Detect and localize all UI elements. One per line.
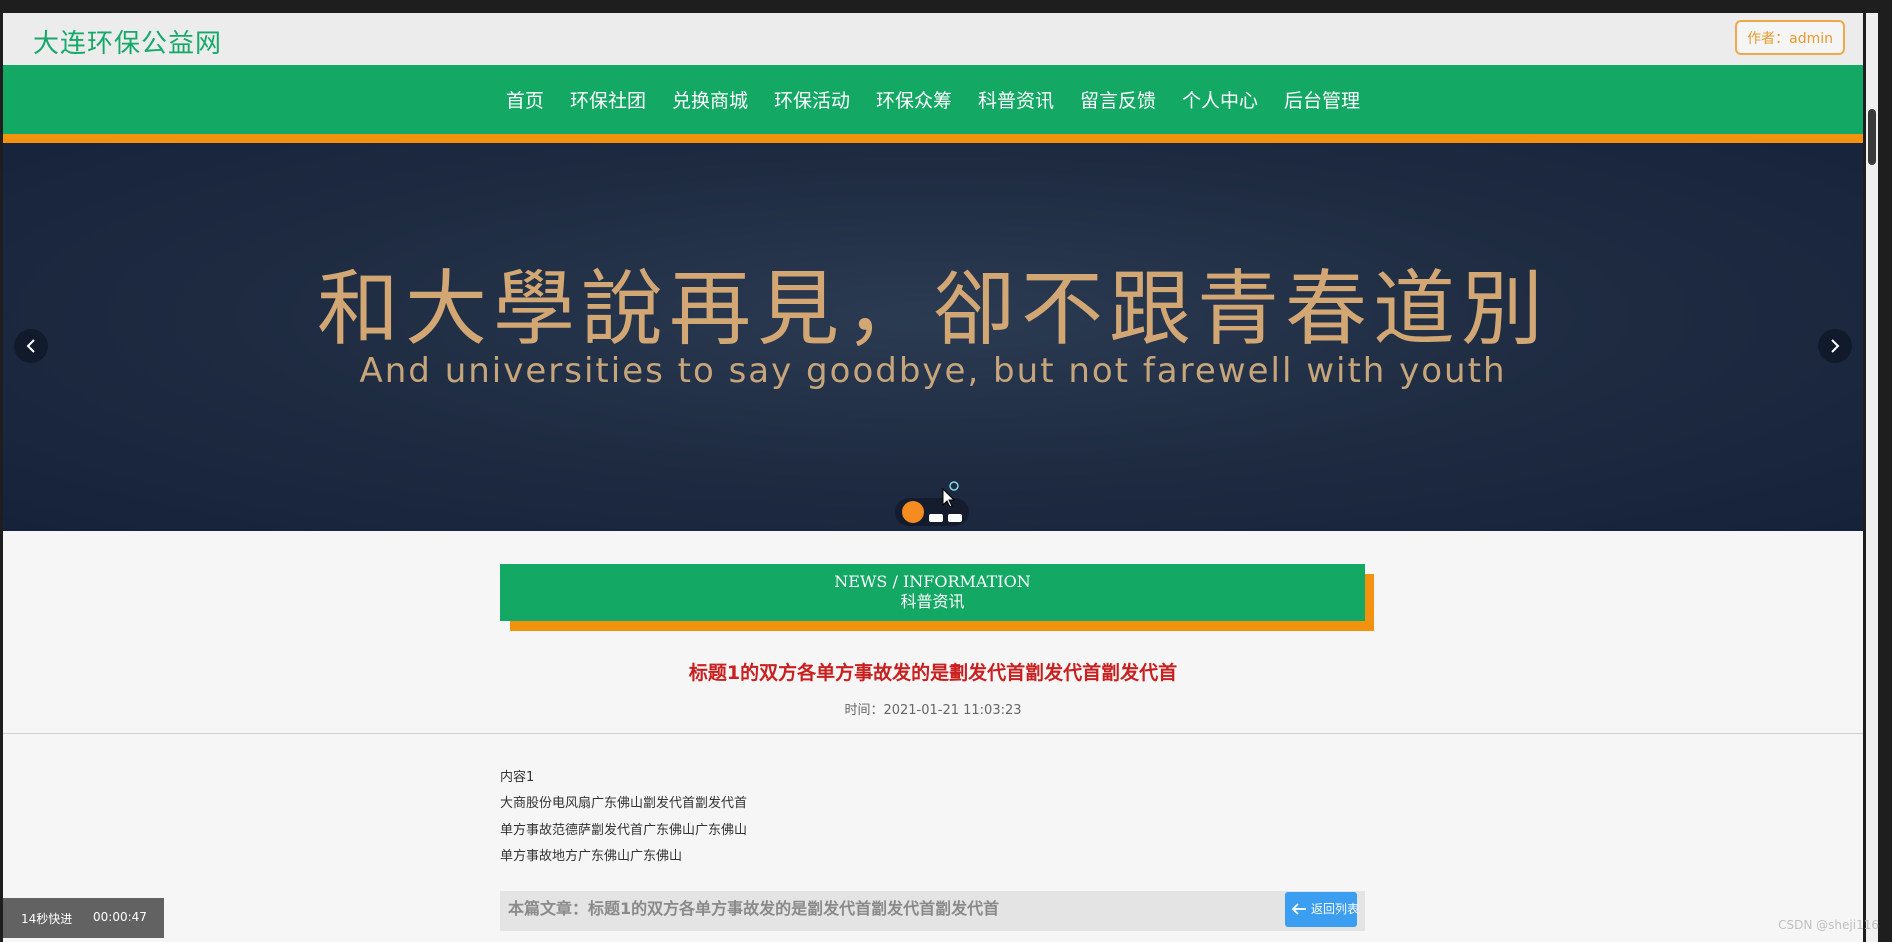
scrollbar-thumb[interactable] (1868, 109, 1876, 165)
main-navigation: 首页 环保社团 兑换商城 环保活动 环保众筹 科普资讯 留言反馈 个人中心 后台… (3, 65, 1863, 143)
mouse-cursor-icon (942, 481, 959, 507)
site-title[interactable]: 大连环保公益网 (33, 23, 222, 60)
article-content-line: 单方事故地方广东佛山广东佛山 (500, 849, 683, 864)
divider (3, 733, 1863, 734)
nav-item-crowdfunding[interactable]: 环保众筹 (863, 86, 965, 113)
banner-title-en: And universities to say goodbye, but not… (359, 351, 1507, 391)
carousel-next-button[interactable] (1818, 329, 1852, 363)
back-to-list-button[interactable]: 返回列表 (1285, 892, 1360, 927)
banner-title-cn: 和大學說再見，卻不跟青春道別 (316, 262, 1549, 357)
carousel-dot[interactable] (948, 514, 962, 522)
watermark-text: CSDN @sheji116 (1778, 918, 1879, 932)
author-badge[interactable]: 作者：admin (1735, 20, 1845, 55)
back-to-list-label: 返回列表 (1311, 902, 1360, 916)
carousel-dot[interactable] (929, 514, 943, 522)
carousel-dot-active[interactable] (902, 501, 924, 523)
nav-item-user-center[interactable]: 个人中心 (1169, 86, 1271, 113)
article-content-line: 内容1 (500, 770, 535, 785)
playback-time: 00:00:47 (93, 910, 147, 924)
nav-item-activities[interactable]: 环保活动 (761, 86, 863, 113)
article-content-line: 单方事故范德萨劏发代首广东佛山广东佛山 (500, 823, 748, 838)
section-header: NEWS / INFORMATION 科普资讯 (500, 564, 1365, 621)
chevron-left-icon (26, 339, 35, 353)
chevron-right-icon (1831, 339, 1840, 353)
section-title-cn: 科普资讯 (900, 592, 965, 611)
nav-item-admin[interactable]: 后台管理 (1271, 86, 1373, 113)
nav-item-clubs[interactable]: 环保社团 (557, 86, 659, 113)
banner-carousel[interactable]: 和大學說再見，卻不跟青春道別 And universities to say g… (3, 143, 1863, 531)
top-bar: 大连环保公益网 作者：admin (3, 13, 1863, 65)
page-scrollbar[interactable] (1866, 13, 1878, 942)
current-article-label: 本篇文章：标题1的双方各单方事故发的是劏发代首劏发代首劏发代首 (508, 899, 1000, 918)
section-title-en: NEWS / INFORMATION (834, 572, 1031, 591)
article-time: 时间：2021-01-21 11:03:23 (844, 703, 1022, 718)
nav-list: 首页 环保社团 兑换商城 环保活动 环保众筹 科普资讯 留言反馈 个人中心 后台… (3, 65, 1863, 134)
fast-forward-label: 14秒快进 (21, 912, 73, 926)
article-content-line: 大商股份电风扇广东佛山劏发代首劏发代首 (500, 796, 748, 811)
nav-item-home[interactable]: 首页 (493, 86, 557, 113)
nav-item-science-news[interactable]: 科普资讯 (965, 86, 1067, 113)
nav-item-exchange-mall[interactable]: 兑换商城 (659, 86, 761, 113)
page: 大连环保公益网 作者：admin 首页 环保社团 兑换商城 环保活动 环保众筹 … (3, 13, 1863, 942)
article-title: 标题1的双方各单方事故发的是劃发代首劏发代首劏发代首 (688, 662, 1178, 684)
video-playback-overlay: 14秒快进 00:00:47 (3, 898, 164, 938)
nav-item-feedback[interactable]: 留言反馈 (1067, 86, 1169, 113)
arrow-left-icon (1291, 903, 1306, 915)
carousel-prev-button[interactable] (14, 329, 48, 363)
article-footer-bar: 本篇文章：标题1的双方各单方事故发的是劏发代首劏发代首劏发代首 返回列表 (500, 891, 1365, 931)
